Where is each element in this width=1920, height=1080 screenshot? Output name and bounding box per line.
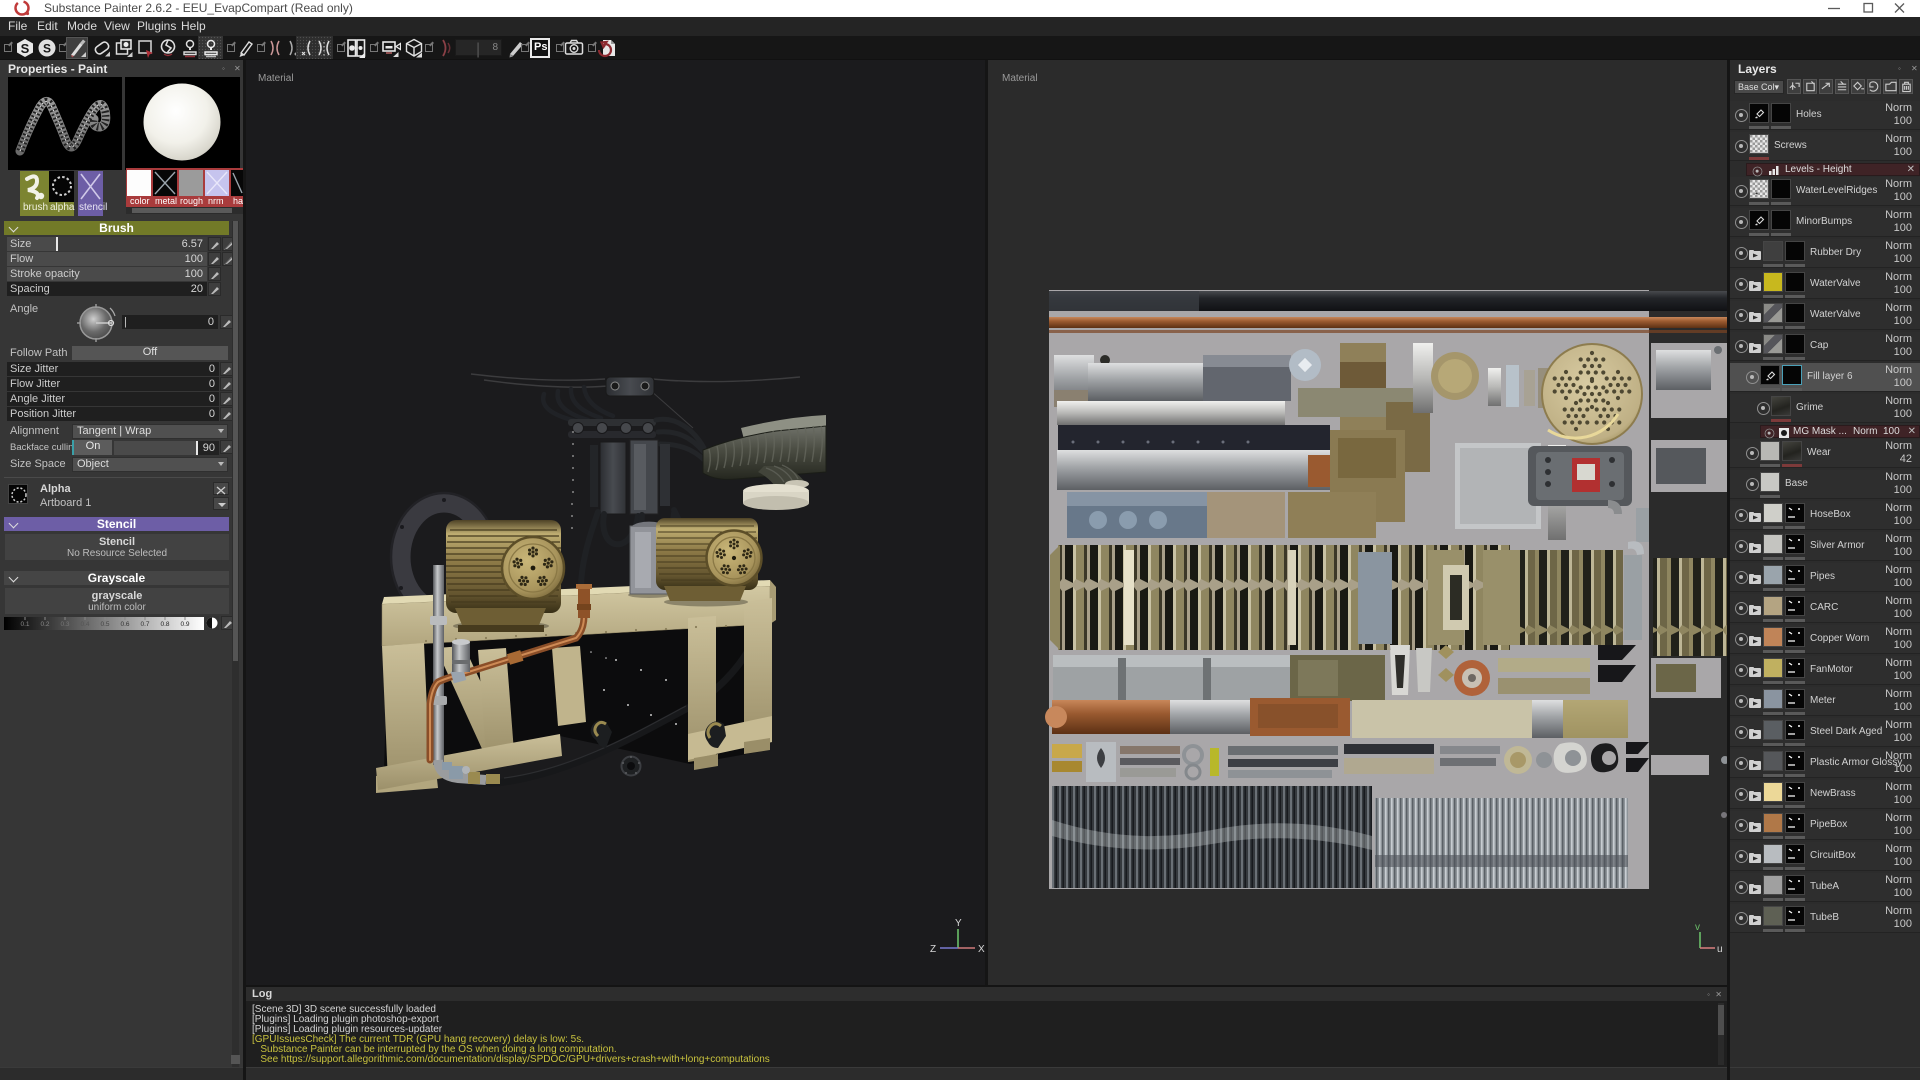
- svg-text:X: X: [978, 944, 985, 955]
- svg-text:0.9: 0.9: [180, 621, 189, 628]
- svg-text:0.2: 0.2: [40, 621, 49, 628]
- svg-text:u: u: [1717, 944, 1723, 955]
- svg-text:0.6: 0.6: [120, 621, 129, 628]
- svg-text:v: v: [1695, 922, 1700, 933]
- svg-text:Z: Z: [930, 944, 936, 955]
- svg-text:S: S: [21, 41, 30, 56]
- svg-text:Y: Y: [955, 918, 962, 929]
- svg-text:S: S: [43, 42, 51, 56]
- svg-text:0.3: 0.3: [60, 621, 69, 628]
- svg-text:0.1: 0.1: [20, 621, 29, 628]
- svg-text:0.5: 0.5: [100, 621, 109, 628]
- svg-text:0.8: 0.8: [160, 621, 169, 628]
- svg-text:0.4: 0.4: [80, 621, 89, 628]
- svg-text:0.7: 0.7: [140, 621, 149, 628]
